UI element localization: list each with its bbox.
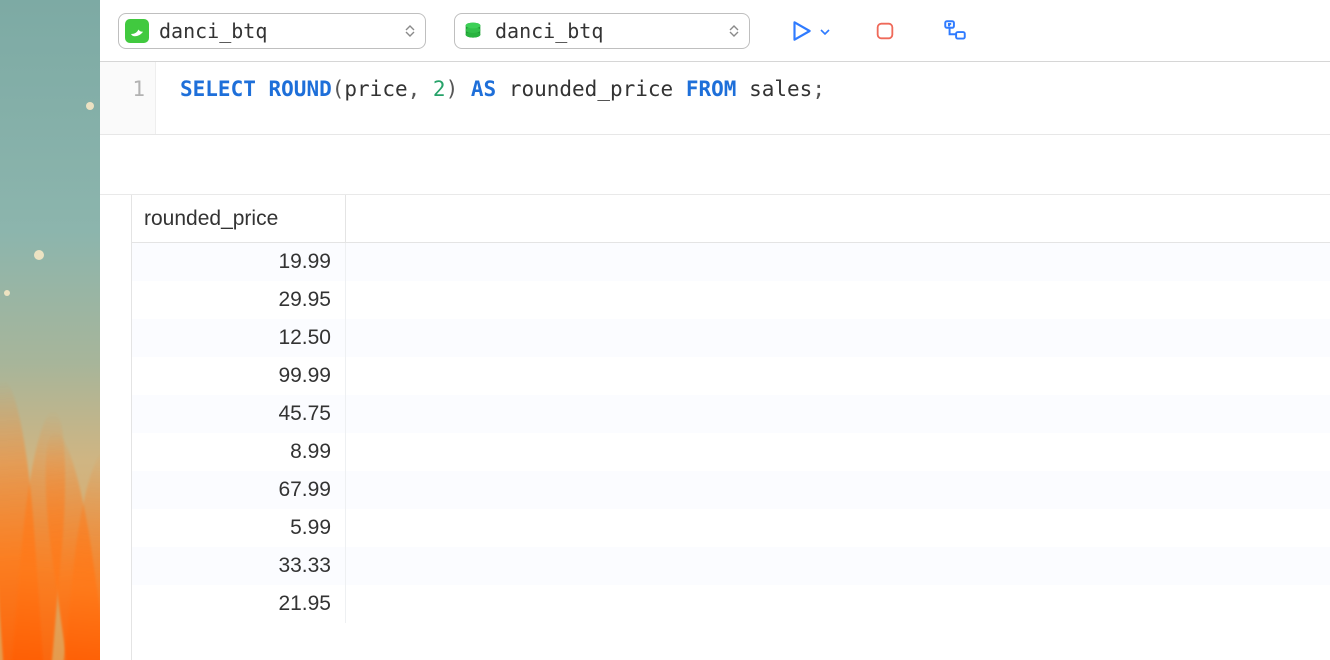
table-row[interactable]: 12.50 <box>132 319 1330 357</box>
table-row[interactable]: 29.95 <box>132 281 1330 319</box>
connection-icon <box>125 19 149 43</box>
table-row[interactable]: 8.99 <box>132 433 1330 471</box>
table-row[interactable]: 21.95 <box>132 585 1330 623</box>
connection-label: danci_btq <box>159 19 393 43</box>
table-row[interactable]: 19.99 <box>132 243 1330 281</box>
run-options-caret-icon[interactable] <box>820 22 830 40</box>
editor-gutter: 1 <box>100 62 156 134</box>
cell-rounded_price: 29.95 <box>132 281 346 319</box>
cell-rounded_price: 67.99 <box>132 471 346 509</box>
table-row[interactable]: 5.99 <box>132 509 1330 547</box>
line-number: 1 <box>100 72 145 106</box>
desktop-wallpaper-strip <box>0 0 100 660</box>
cell-rounded_price: 45.75 <box>132 395 346 433</box>
connection-selector[interactable]: danci_btq <box>118 13 426 49</box>
cell-rounded_price: 33.33 <box>132 547 346 585</box>
chevron-updown-icon <box>403 25 417 37</box>
cell-rounded_price: 8.99 <box>132 433 346 471</box>
results-grid: rounded_price 19.9929.9512.5099.9945.758… <box>100 195 1330 660</box>
editor-results-divider <box>100 135 1330 195</box>
results-header-row: rounded_price <box>132 195 1330 243</box>
table-row[interactable]: 99.99 <box>132 357 1330 395</box>
cell-rounded_price: 12.50 <box>132 319 346 357</box>
table-row[interactable]: 45.75 <box>132 395 1330 433</box>
sql-editor[interactable]: 1 SELECT ROUND(price, 2) AS rounded_pric… <box>100 62 1330 135</box>
table-row[interactable]: 67.99 <box>132 471 1330 509</box>
cell-rounded_price: 19.99 <box>132 243 346 281</box>
cell-rounded_price: 99.99 <box>132 357 346 395</box>
column-header-label: rounded_price <box>144 207 278 231</box>
chevron-updown-icon <box>727 25 741 37</box>
run-query-button[interactable] <box>786 16 816 46</box>
results-row-gutter <box>100 195 132 660</box>
toolbar-actions <box>786 16 970 46</box>
stop-query-button[interactable] <box>870 16 900 46</box>
sql-client-window: danci_btq danci_btq <box>100 0 1330 660</box>
cell-rounded_price: 21.95 <box>132 585 346 623</box>
toolbar: danci_btq danci_btq <box>100 0 1330 62</box>
database-label: danci_btq <box>495 19 717 43</box>
cell-rounded_price: 5.99 <box>132 509 346 547</box>
database-icon <box>461 19 485 43</box>
explain-plan-button[interactable] <box>940 16 970 46</box>
editor-code-line[interactable]: SELECT ROUND(price, 2) AS rounded_price … <box>156 62 825 134</box>
database-selector[interactable]: danci_btq <box>454 13 750 49</box>
table-row[interactable]: 33.33 <box>132 547 1330 585</box>
column-header-rounded_price[interactable]: rounded_price <box>132 195 346 242</box>
